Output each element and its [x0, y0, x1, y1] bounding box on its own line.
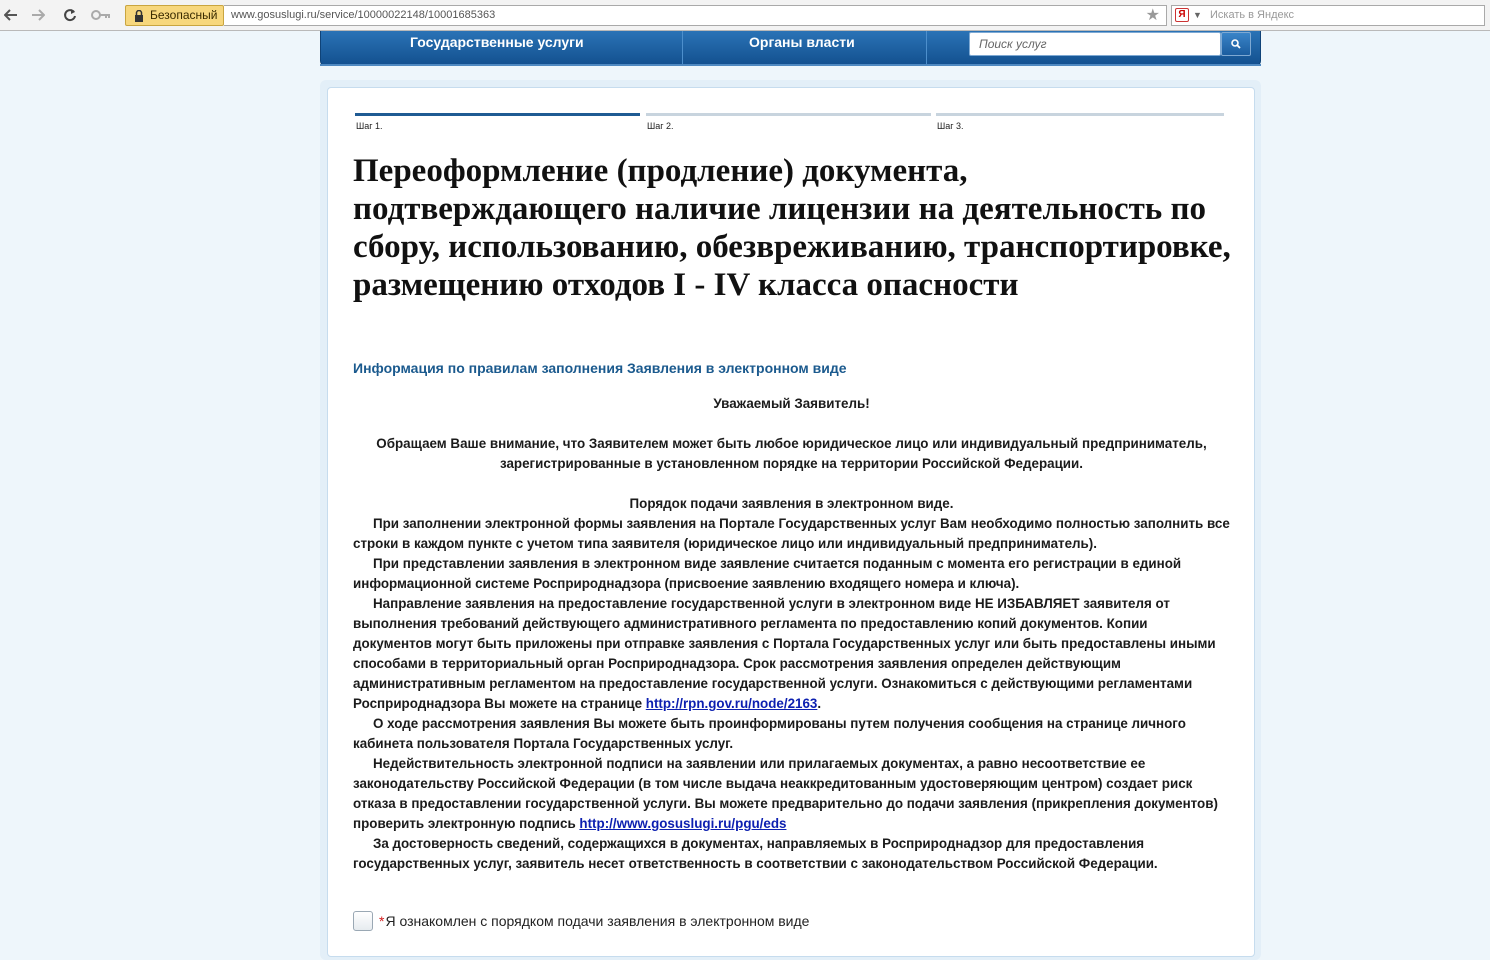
notice-text: Уважаемый Заявитель! Обращаем Ваше внима…: [353, 394, 1230, 874]
required-mark: *: [379, 913, 385, 929]
applicant-note: Обращаем Ваше внимание, что Заявителем м…: [376, 436, 1207, 471]
step-label: Шаг 2.: [647, 121, 674, 131]
step-label: Шаг 3.: [937, 121, 964, 131]
nav-item-gov-services[interactable]: Государственные услуги: [410, 34, 584, 50]
security-badge[interactable]: Безопасный: [125, 5, 224, 26]
yandex-logo-icon: Я: [1175, 8, 1189, 22]
rpn-regulations-link[interactable]: http://rpn.gov.ru/node/2163: [646, 696, 818, 711]
service-search-placeholder: Поиск услуг: [979, 37, 1047, 51]
step-progress-bar: [355, 113, 640, 116]
paragraph-signature: Недействительность электронной подписи н…: [353, 754, 1230, 834]
procedure-heading: Порядок подачи заявления в электронном в…: [629, 496, 954, 511]
greeting: Уважаемый Заявитель!: [713, 396, 870, 411]
search-icon: [1231, 39, 1241, 49]
step-1: Шаг 1.: [355, 113, 640, 131]
bookmark-star-icon[interactable]: ★: [1146, 7, 1160, 25]
step-progress-bar: [646, 113, 931, 116]
agreement-row: * Я ознакомлен с порядком подачи заявлен…: [353, 911, 809, 931]
security-label: Безопасный: [150, 8, 218, 22]
browser-toolbar: Безопасный www.gosuslugi.ru/service/1000…: [0, 0, 1490, 31]
paragraph-registration: При представлении заявления в электронно…: [353, 556, 1182, 591]
eds-check-link[interactable]: http://www.gosuslugi.ru/pgu/eds: [579, 816, 786, 831]
paragraph-end: .: [817, 696, 822, 711]
nav-underline: [320, 64, 1261, 66]
address-bar[interactable]: www.gosuslugi.ru/service/10000022148/100…: [224, 5, 1167, 26]
yandex-search-placeholder: Искать в Яндекс: [1210, 9, 1295, 21]
search-button[interactable]: [1221, 32, 1251, 56]
step-2: Шаг 2.: [646, 113, 931, 131]
lock-icon: [134, 9, 144, 28]
info-heading: Информация по правилам заполнения Заявле…: [353, 360, 847, 376]
paragraph-documents-text: Направление заявления на предоставление …: [353, 596, 1216, 711]
url-text: www.gosuslugi.ru/service/10000022148/100…: [231, 9, 496, 21]
step-3: Шаг 3.: [936, 113, 1224, 131]
service-search-input[interactable]: Поиск услуг: [969, 32, 1221, 56]
nav-divider: [682, 31, 683, 65]
agreement-label[interactable]: Я ознакомлен с порядком подачи заявления…: [385, 913, 809, 929]
nav-item-authorities[interactable]: Органы власти: [749, 34, 855, 50]
paragraph-status: О ходе рассмотрения заявления Вы можете …: [353, 716, 1186, 751]
key-icon[interactable]: [90, 5, 112, 25]
paragraph-form-filling: При заполнении электронной формы заявлен…: [353, 516, 1230, 551]
forward-arrow-icon[interactable]: [27, 5, 49, 25]
page-title: Переоформление (продление) документа, по…: [353, 153, 1231, 303]
nav-divider: [926, 31, 927, 65]
yandex-search-input[interactable]: Я ▼ Искать в Яндекс: [1171, 5, 1485, 26]
paragraph-documents: Направление заявления на предоставление …: [353, 594, 1230, 714]
site-top-nav: Государственные услуги Органы власти Пои…: [320, 31, 1261, 66]
paragraph-responsibility: За достоверность сведений, содержащихся …: [353, 836, 1158, 871]
agreement-checkbox[interactable]: [353, 911, 373, 931]
back-arrow-icon[interactable]: [0, 5, 22, 25]
reload-icon[interactable]: [59, 5, 81, 25]
chevron-down-icon[interactable]: ▼: [1193, 6, 1202, 25]
step-label: Шаг 1.: [356, 121, 383, 131]
step-progress-bar: [936, 113, 1224, 116]
